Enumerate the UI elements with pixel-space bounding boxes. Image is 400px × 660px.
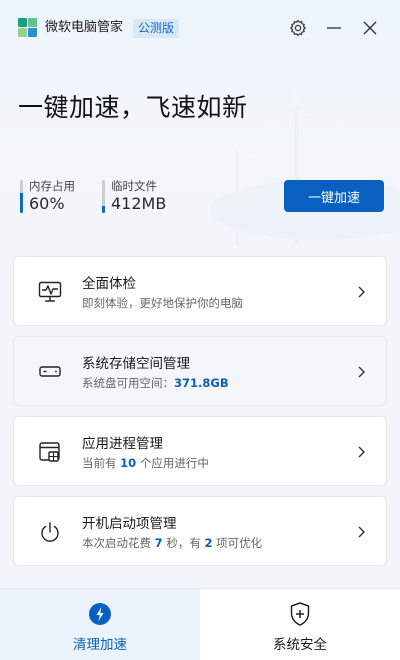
- chevron-right-icon: [358, 286, 365, 298]
- bottom-navigation: 清理加速 系统安全: [0, 588, 400, 660]
- close-button[interactable]: [358, 16, 382, 40]
- shield-plus-icon: [290, 602, 310, 626]
- minimize-icon: [327, 27, 341, 29]
- card-description: 即刻体验，更好地保护你的电脑: [82, 296, 243, 310]
- card-description: 本次启动花费 7 秒，有 2 项可优化: [82, 536, 263, 550]
- lightning-icon: [89, 603, 111, 625]
- card-description: 系统盘可用空间：371.8GB: [82, 376, 229, 390]
- card-title: 开机启动项管理: [82, 516, 177, 532]
- nav-label: 清理加速: [73, 637, 127, 653]
- memory-usage-label: 内存占用: [29, 179, 75, 193]
- optimizable-count: 2: [204, 536, 213, 550]
- one-click-boost-button[interactable]: 一键加速: [284, 180, 384, 212]
- chevron-right-icon: [358, 446, 365, 458]
- nav-label: 系统安全: [273, 637, 327, 653]
- health-check-icon: [38, 281, 62, 302]
- card-title: 系统存储空间管理: [82, 356, 190, 372]
- card-title: 全面体检: [82, 276, 136, 292]
- memory-usage-bar-fill: [20, 193, 23, 213]
- temp-files-label: 临时文件: [111, 179, 157, 193]
- chevron-right-icon: [358, 526, 365, 538]
- memory-usage-value: 60%: [29, 194, 65, 213]
- gear-icon: [290, 19, 306, 37]
- close-icon: [363, 21, 377, 35]
- temp-files-value: 412MB: [111, 194, 167, 213]
- temp-files-bar-fill: [102, 206, 105, 213]
- card-health-check[interactable]: 全面体检 即刻体验，更好地保护你的电脑: [13, 256, 387, 326]
- card-process-management[interactable]: 应用进程管理 当前有 10 个应用进行中: [13, 416, 387, 486]
- card-title: 应用进程管理: [82, 436, 163, 452]
- power-icon: [41, 522, 59, 542]
- app-logo-icon: [18, 18, 37, 37]
- settings-button[interactable]: [286, 16, 310, 40]
- nav-item-cleanup-boost[interactable]: 清理加速: [0, 589, 200, 660]
- card-startup-management[interactable]: 开机启动项管理 本次启动花费 7 秒，有 2 项可优化: [13, 496, 387, 566]
- card-storage-management[interactable]: 系统存储空间管理 系统盘可用空间：371.8GB: [13, 336, 387, 406]
- free-space-value: 371.8GB: [174, 376, 229, 390]
- chevron-right-icon: [358, 366, 365, 378]
- edition-badge: 公测版: [133, 19, 180, 38]
- minimize-button[interactable]: [322, 16, 346, 40]
- process-icon: [39, 442, 60, 462]
- startup-seconds: 7: [154, 536, 163, 550]
- card-description: 当前有 10 个应用进行中: [82, 456, 209, 470]
- hero-title: 一键加速，飞速如新: [18, 93, 248, 122]
- nav-item-system-security[interactable]: 系统安全: [200, 589, 400, 660]
- temp-files-bar: [102, 180, 105, 213]
- title-bar: 微软电脑管家 公测版: [0, 0, 400, 56]
- memory-usage-bar: [20, 180, 23, 213]
- storage-icon: [39, 366, 61, 377]
- running-apps-count: 10: [120, 456, 137, 470]
- app-name: 微软电脑管家: [45, 20, 124, 35]
